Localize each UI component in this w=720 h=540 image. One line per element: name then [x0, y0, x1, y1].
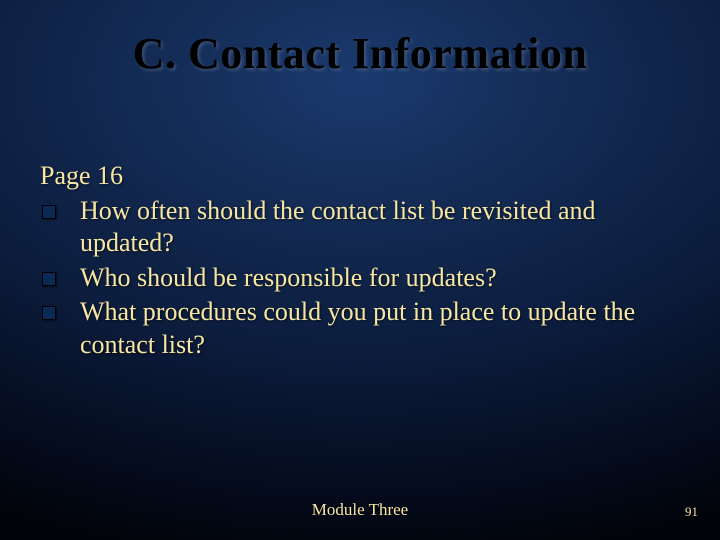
- slide: C. Contact Information Page 16 How often…: [0, 0, 720, 540]
- slide-number: 91: [685, 504, 698, 520]
- slide-title: C. Contact Information: [0, 28, 720, 79]
- bullet-item: How often should the contact list be rev…: [40, 195, 680, 260]
- square-bullet-icon: [42, 306, 56, 320]
- bullet-item: What procedures could you put in place t…: [40, 296, 680, 361]
- slide-body: Page 16 How often should the contact lis…: [40, 160, 680, 363]
- square-bullet-icon: [42, 272, 56, 286]
- page-reference: Page 16: [40, 160, 680, 193]
- bullet-text: Who should be responsible for updates?: [80, 262, 680, 295]
- square-bullet-icon: [42, 205, 56, 219]
- footer-module: Module Three: [0, 500, 720, 520]
- bullet-item: Who should be responsible for updates?: [40, 262, 680, 295]
- bullet-text: How often should the contact list be rev…: [80, 195, 680, 260]
- bullet-text: What procedures could you put in place t…: [80, 296, 680, 361]
